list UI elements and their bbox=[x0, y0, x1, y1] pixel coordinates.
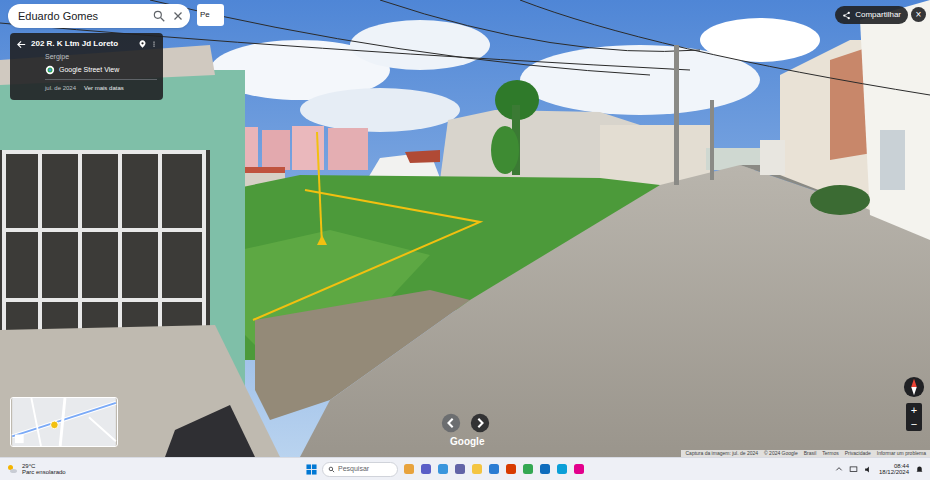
minimap[interactable] bbox=[10, 397, 118, 447]
app-icon[interactable] bbox=[556, 463, 568, 475]
weather-text: 29°CParc ensolarado bbox=[22, 463, 66, 475]
attribution-item[interactable]: Privacidade bbox=[845, 451, 871, 456]
attribution-item: Captura da imagem: jul. de 2024 bbox=[685, 451, 758, 456]
nav-arrows bbox=[441, 413, 490, 433]
system-tray: 08:4418/12/2024 bbox=[835, 463, 924, 475]
street-view-icon bbox=[45, 65, 55, 75]
attribution-item[interactable]: Termos bbox=[822, 451, 838, 456]
region: Sergipe bbox=[16, 52, 157, 63]
share-icon bbox=[842, 11, 851, 20]
attribution-item[interactable]: Brasil bbox=[804, 451, 817, 456]
info-header: 202 R. K Ltm Jd Loreto bbox=[16, 38, 157, 50]
taskbar-search[interactable]: Pesquisar bbox=[322, 462, 398, 477]
app-icon[interactable] bbox=[539, 463, 551, 475]
capture-date: jul. de 2024 bbox=[45, 84, 76, 93]
more-dates-link[interactable]: Ver mais datas bbox=[84, 84, 124, 93]
share-button[interactable]: Compartilhar bbox=[835, 6, 908, 24]
date-row: jul. de 2024 Ver mais datas bbox=[16, 84, 157, 93]
back-icon[interactable] bbox=[16, 39, 27, 50]
weather-widget[interactable]: 29°CParc ensolarado bbox=[6, 463, 306, 475]
zoom-out-button[interactable]: − bbox=[906, 417, 922, 431]
network-icon[interactable] bbox=[849, 465, 858, 474]
info-card: 202 R. K Ltm Jd Loreto Sergipe Google Stre… bbox=[10, 33, 163, 100]
date: 18/12/2024 bbox=[879, 469, 909, 475]
next-field-text: Pe bbox=[200, 9, 210, 21]
zoom-control: +− bbox=[906, 403, 922, 431]
pin-icon[interactable] bbox=[138, 39, 147, 49]
app-icon[interactable] bbox=[454, 463, 466, 475]
chevron-up-icon[interactable] bbox=[835, 465, 843, 473]
attribution-item: © 2024 Google bbox=[764, 451, 798, 456]
notification-icon[interactable] bbox=[915, 465, 924, 474]
app-icon[interactable] bbox=[403, 463, 415, 475]
google-logo: Google bbox=[450, 434, 484, 449]
close-button[interactable]: × bbox=[911, 7, 926, 22]
compass-icon[interactable] bbox=[903, 376, 925, 398]
weather-desc: Parc ensolarado bbox=[22, 469, 66, 475]
app-icon[interactable] bbox=[488, 463, 500, 475]
address: 202 R. K Ltm Jd Loreto bbox=[31, 38, 134, 50]
divider bbox=[45, 79, 157, 80]
clock[interactable]: 08:4418/12/2024 bbox=[879, 463, 909, 475]
windows-start-icon[interactable] bbox=[306, 464, 317, 475]
app-icon[interactable] bbox=[471, 463, 483, 475]
volume-icon[interactable] bbox=[864, 465, 873, 474]
taskbar: 29°CParc ensolarado Pesquisar 08:4418/12/2… bbox=[0, 457, 930, 480]
search-input[interactable]: Eduardo Gomes bbox=[18, 8, 146, 25]
clear-icon[interactable] bbox=[172, 10, 184, 22]
close-label: × bbox=[916, 10, 922, 20]
app-icon[interactable] bbox=[573, 463, 585, 475]
app-icon[interactable] bbox=[437, 463, 449, 475]
app-icon[interactable] bbox=[522, 463, 534, 475]
share-label: Compartilhar bbox=[855, 9, 901, 21]
sun-cloud-icon bbox=[6, 463, 18, 475]
zoom-in-button[interactable]: + bbox=[906, 403, 922, 417]
more-icon[interactable] bbox=[151, 39, 157, 49]
street-view[interactable]: Eduardo Gomes Pe 202 R. K Ltm Jd Loreto Ser… bbox=[0, 0, 930, 457]
search-box[interactable]: Eduardo Gomes bbox=[8, 4, 190, 28]
attribution-bar: Captura da imagem: jul. de 2024 © 2024 Go… bbox=[681, 450, 930, 457]
temperature: 29°C bbox=[22, 463, 66, 469]
next-arrow-icon[interactable] bbox=[470, 413, 490, 433]
taskbar-apps: Pesquisar bbox=[306, 462, 585, 477]
next-field[interactable]: Pe bbox=[197, 4, 224, 26]
prev-arrow-icon[interactable] bbox=[441, 413, 461, 433]
time: 08:44 bbox=[894, 463, 909, 469]
taskbar-search-text: Pesquisar bbox=[338, 464, 369, 475]
source: Google Street View bbox=[59, 65, 119, 76]
app-icon[interactable] bbox=[420, 463, 432, 475]
search-icon bbox=[328, 466, 335, 473]
attribution-item[interactable]: Informar um problema bbox=[877, 451, 926, 456]
source-row: Google Street View bbox=[16, 65, 157, 76]
app-icon[interactable] bbox=[505, 463, 517, 475]
search-icon[interactable] bbox=[152, 9, 166, 23]
